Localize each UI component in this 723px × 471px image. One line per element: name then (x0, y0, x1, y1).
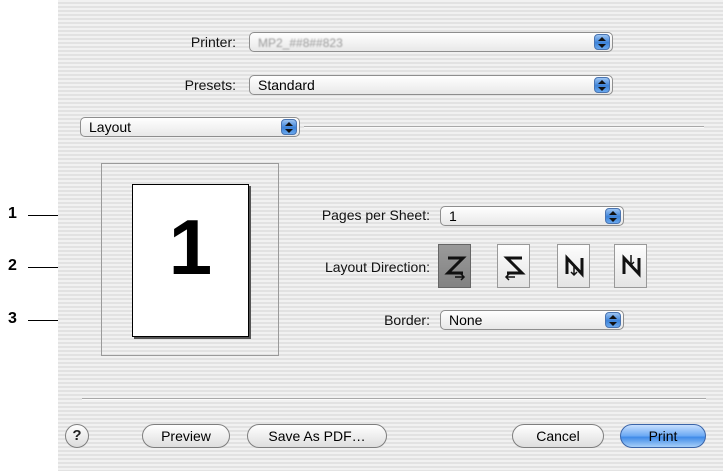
presets-value: Standard (258, 77, 315, 93)
print-button[interactable]: Print (620, 424, 706, 448)
section-value: Layout (89, 119, 132, 135)
printer-label: Printer: (190, 34, 236, 50)
section-separator (304, 126, 704, 128)
border-popup[interactable]: None (440, 310, 624, 330)
layout-direction-z-button[interactable] (438, 244, 471, 288)
border-label: Border: (384, 312, 430, 328)
bottom-separator (82, 398, 706, 400)
n-order-icon (622, 254, 641, 278)
printer-name: MP2_##8##823 (258, 36, 343, 50)
n-down-order-icon (565, 254, 584, 278)
presets-popup[interactable]: Standard (249, 75, 613, 95)
reverse-s-order-icon (503, 256, 526, 281)
pages-per-sheet-value: 1 (449, 208, 457, 224)
popup-arrows-icon (605, 208, 621, 224)
save-as-pdf-button[interactable]: Save As PDF… (247, 424, 387, 448)
preview-button[interactable]: Preview (142, 424, 230, 448)
z-order-icon (444, 256, 467, 281)
pages-per-sheet-label: Pages per Sheet: (321, 207, 430, 223)
pages-per-sheet-popup[interactable]: 1 (440, 206, 624, 226)
layout-direction-s-button[interactable] (497, 244, 530, 288)
layout-direction-n-down-button[interactable] (557, 244, 590, 288)
presets-label: Presets: (184, 77, 236, 93)
page-preview-number: 1 (168, 203, 213, 291)
callout-number-3: 3 (8, 310, 17, 327)
border-value: None (449, 312, 483, 328)
callout-number-1: 1 (8, 205, 17, 222)
printer-popup[interactable]: MP2_##8##823 (249, 32, 613, 52)
layout-direction-n-button[interactable] (614, 244, 647, 288)
help-button[interactable]: ? (65, 424, 89, 448)
page-preview-sheet: 1 (132, 184, 249, 337)
cancel-button[interactable]: Cancel (512, 424, 604, 448)
popup-arrows-icon (594, 77, 610, 93)
callout-number-2: 2 (8, 257, 17, 274)
layout-direction-label: Layout Direction: (324, 259, 430, 275)
popup-arrows-icon (605, 312, 621, 328)
popup-arrows-icon (281, 119, 297, 135)
popup-arrows-icon (594, 34, 610, 50)
section-popup[interactable]: Layout (80, 117, 300, 137)
